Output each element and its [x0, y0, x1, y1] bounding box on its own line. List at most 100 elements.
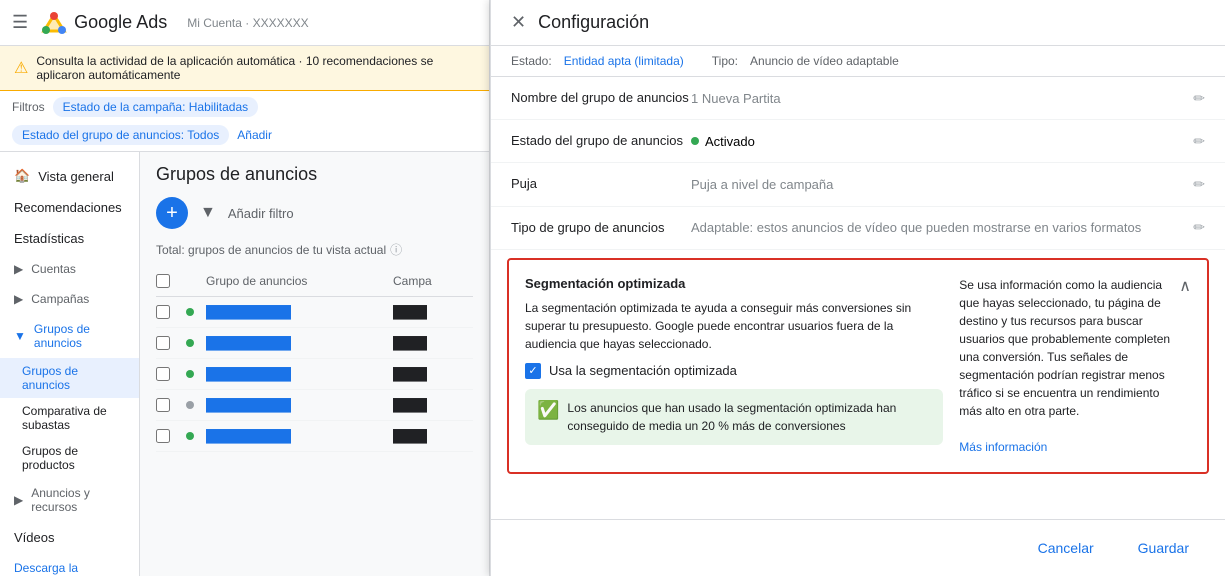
sidebar-accounts-label: Cuentas — [31, 262, 76, 276]
logo-svg — [40, 9, 68, 37]
segmentacion-section: Segmentación optimizada La segmentación … — [507, 258, 1209, 474]
sidebar-auction-label: Comparativa de subastas — [22, 404, 107, 432]
sidebar-item-stats[interactable]: Estadísticas — [0, 223, 139, 254]
toolbar: + ▼ Añadir filtro — [156, 197, 473, 229]
sidebar-item-ads[interactable]: ▶ Anuncios y recursos — [0, 478, 139, 522]
content-area: 🏠 Vista general Recomendaciones Estadíst… — [0, 152, 489, 576]
row-checkbox-1[interactable] — [156, 305, 170, 319]
add-filter-text[interactable]: Añadir filtro — [228, 206, 294, 221]
adgroup-name-5: ██████████ — [206, 429, 393, 443]
adgroup-header: Grupo de anuncios — [206, 274, 393, 288]
info-box: ✅ Los anuncios que han usado la segmenta… — [525, 389, 943, 445]
status-dot-1 — [186, 308, 194, 316]
collapse-icon[interactable]: ∧ — [1179, 276, 1191, 296]
info-icon: ⓘ — [390, 241, 402, 258]
left-panel: ☰ Google Ads Mi Cuenta · XXXXXXX ⚠ Consu… — [0, 0, 490, 576]
sidebar-item-auction[interactable]: Comparativa de subastas — [0, 398, 139, 438]
arrow-right-campaigns-icon: ▶ — [14, 292, 23, 306]
sidebar-item-overview[interactable]: 🏠 Vista general — [0, 160, 139, 192]
segmentacion-right: Se usa información como la audiencia que… — [959, 276, 1179, 456]
checkbox-row: ✓ Usa la segmentación optimizada — [525, 363, 943, 379]
main-content: Grupos de anuncios + ▼ Añadir filtro Tot… — [140, 152, 489, 576]
top-bar: ☰ Google Ads Mi Cuenta · XXXXXXX — [0, 0, 489, 46]
sidebar-stats-label: Estadísticas — [14, 231, 84, 246]
google-ads-logo: Google Ads — [40, 9, 167, 37]
cancel-button[interactable]: Cancelar — [1022, 532, 1110, 564]
field-label-name: Nombre del grupo de anuncios — [511, 89, 691, 107]
status-active-dot — [691, 137, 699, 145]
configuration-modal: ✕ Configuración Estado: Entidad apta (li… — [490, 0, 1225, 576]
sidebar-item-campaigns[interactable]: ▶ Campañas — [0, 284, 139, 314]
status-dot-3 — [186, 370, 194, 378]
sidebar-campaigns-label: Campañas — [31, 292, 89, 306]
sidebar-item-recommendations[interactable]: Recomendaciones — [0, 192, 139, 223]
info-text: Los anuncios que han usado la segmentaci… — [567, 399, 931, 435]
field-label-puja: Puja — [511, 175, 691, 193]
sidebar-item-videos[interactable]: Vídeos — [0, 522, 139, 553]
row-checkbox-3[interactable] — [156, 367, 170, 381]
sidebar-item-accounts[interactable]: ▶ Cuentas — [0, 254, 139, 284]
row-checkbox-2[interactable] — [156, 336, 170, 350]
edit-icon-status[interactable]: ✏ — [1175, 133, 1205, 150]
status-dot-4 — [186, 401, 194, 409]
arrow-right-icon: ▶ — [14, 262, 23, 276]
more-info-link[interactable]: Más información — [959, 440, 1047, 454]
adgroup-name-1: ██████████ — [206, 305, 393, 319]
adgroup-name-4: ██████████ — [206, 398, 393, 412]
campaign-3: ████ — [393, 367, 473, 381]
checkbox-optimized[interactable]: ✓ — [525, 363, 541, 379]
total-text: Total: grupos de anuncios de tu vista ac… — [156, 243, 386, 257]
filters-label: Filtros — [12, 100, 45, 114]
sidebar-item-download[interactable]: Descarga la — [0, 553, 139, 576]
field-label-type: Tipo de grupo de anuncios — [511, 219, 691, 237]
segmentacion-title: Segmentación optimizada — [525, 276, 943, 291]
row-checkbox-4[interactable] — [156, 398, 170, 412]
save-button[interactable]: Guardar — [1122, 532, 1205, 564]
hamburger-icon[interactable]: ☰ — [12, 12, 28, 33]
adgroup-name-3: ██████████ — [206, 367, 393, 381]
segmentacion-description: La segmentación optimizada te ayuda a co… — [525, 299, 943, 353]
filter-chip-campaign[interactable]: Estado de la campaña: Habilitadas — [53, 97, 258, 117]
form-row-puja: Puja Puja a nivel de campaña ✏ — [491, 163, 1225, 206]
segmentacion-left: Segmentación optimizada La segmentación … — [525, 276, 959, 445]
sidebar-adgroups-label: Grupos de anuncios — [22, 364, 78, 392]
check-circle-icon: ✅ — [537, 400, 559, 421]
edit-icon-puja[interactable]: ✏ — [1175, 176, 1205, 193]
campaign-2: ████ — [393, 336, 473, 350]
table-row: ██████████ ████ — [156, 328, 473, 359]
filter-icon[interactable]: ▼ — [200, 204, 216, 222]
campaign-header: Campa — [393, 274, 473, 288]
estado-label: Estado: — [511, 54, 552, 68]
add-button[interactable]: + — [156, 197, 188, 229]
modal-body: Nombre del grupo de anuncios 1 Nueva Par… — [491, 77, 1225, 519]
row-checkbox-5[interactable] — [156, 429, 170, 443]
filter-chip-group[interactable]: Estado del grupo de anuncios: Todos — [12, 125, 229, 145]
modal-status-bar: Estado: Entidad apta (limitada) Tipo: An… — [491, 46, 1225, 77]
sidebar-item-product-groups[interactable]: Grupos de productos — [0, 438, 139, 478]
modal-footer: Cancelar Guardar — [491, 519, 1225, 576]
field-value-type: Adaptable: estos anuncios de vídeo que p… — [691, 220, 1175, 235]
status-dot-5 — [186, 432, 194, 440]
modal-title: Configuración — [538, 12, 649, 33]
edit-icon-type[interactable]: ✏ — [1175, 219, 1205, 236]
add-filter-chip[interactable]: Añadir — [237, 128, 272, 142]
field-label-status: Estado del grupo de anuncios — [511, 132, 691, 150]
sidebar-download-label: Descarga la — [14, 561, 78, 575]
field-value-puja: Puja a nivel de campaña — [691, 177, 1175, 192]
sidebar-recommendations-label: Recomendaciones — [14, 200, 122, 215]
modal-header: ✕ Configuración — [491, 0, 1225, 46]
close-button[interactable]: ✕ — [511, 12, 526, 33]
sidebar-item-adgroups[interactable]: Grupos de anuncios — [0, 358, 139, 398]
sidebar-item-adgroups-parent[interactable]: ▼ Grupos de anuncios — [0, 314, 139, 358]
warning-text: Consulta la actividad de la aplicación a… — [36, 54, 475, 82]
estado-value[interactable]: Entidad apta (limitada) — [564, 54, 684, 68]
field-value-status: Activado — [691, 134, 1175, 149]
filters-bar: Filtros Estado de la campaña: Habilitada… — [0, 91, 489, 152]
adgroup-name-2: ██████████ — [206, 336, 393, 350]
select-all-checkbox[interactable] — [156, 274, 170, 288]
page-title: Grupos de anuncios — [156, 164, 473, 185]
edit-icon-name[interactable]: ✏ — [1175, 90, 1205, 107]
table-header: Grupo de anuncios Campa — [156, 266, 473, 297]
arrow-right-ads-icon: ▶ — [14, 493, 23, 507]
table-row: ██████████ ████ — [156, 359, 473, 390]
